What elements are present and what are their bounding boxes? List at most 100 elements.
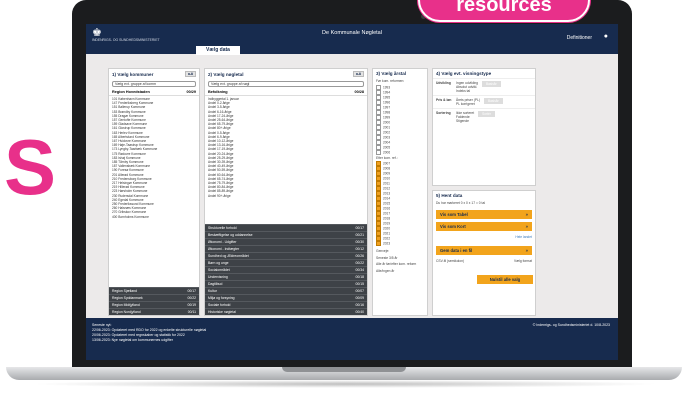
keyfigure-group-row[interactable]: Beskæftigelse og uddannelse 00/21: [205, 231, 367, 238]
old-year-list: 1993 1994 1995 1996 1997 1998 1999 2000 2001 2002…: [373, 85, 427, 155]
region-row-name: Region Syddanmark: [112, 296, 143, 300]
display-option-choices: Årets priser (PL) PL korrigeret: [456, 98, 480, 106]
display-option-button[interactable]: Sortér: [478, 111, 495, 117]
region-row-count: 00/17: [187, 289, 197, 293]
display-option-label: Udvikling: [436, 81, 451, 85]
radio-option[interactable]: Indeks tal: [456, 89, 478, 93]
keyfigure-panel-title: 2) Vælg nøgletal: [208, 71, 244, 77]
keyfigure-group-name: Socialområdet: [208, 268, 230, 272]
region-row[interactable]: Region Nordjylland 00/11: [109, 308, 199, 315]
download-panel: 5) Hent data Du har markeret 0 x 0 x 17 …: [432, 190, 536, 316]
region-header[interactable]: Region Hovedstaden 00/29: [109, 89, 199, 96]
municipality-item[interactable]: 400 Bornholms Kommune: [112, 215, 196, 219]
keyfigure-group-count: 00/22: [355, 261, 365, 265]
keyfigure-group-name: Børn og unge: [208, 261, 229, 265]
keyfigure-group-row[interactable]: Økonomi - Indtægter 00/12: [205, 245, 367, 252]
keyfigure-group-row[interactable]: Historiske nøgletal 00/40: [205, 308, 367, 315]
keyfigure-group-name: Kultur: [208, 289, 217, 293]
radio-option[interactable]: PL korrigeret: [456, 102, 480, 106]
keyfigure-group-count: 00/26: [355, 254, 365, 258]
site-title: De Kommunale Nøgletal: [322, 30, 382, 36]
display-option-button[interactable]: Basisår: [484, 98, 503, 104]
region-row[interactable]: Region Midtjylland 00/19: [109, 301, 199, 308]
reset-button[interactable]: Nulstil alle valg: [477, 274, 533, 284]
keyfigure-group-row[interactable]: Undervisning 00/18: [205, 273, 367, 280]
file-format-select[interactable]: CSV-fil (semikolon): [436, 259, 464, 264]
keyfigure-group-name: Undervisning: [208, 275, 228, 279]
municipality-group-select[interactable]: Vælg evt. gruppe af komm: [112, 81, 196, 87]
year-shortcut[interactable]: Alle/ingen år: [373, 268, 427, 275]
keyfigure-group-name: Dagtilbud: [208, 282, 223, 286]
resources-ribbon[interactable]: resources: [418, 0, 590, 22]
show-map-label: Vis som Kort: [440, 223, 466, 229]
keyfigure-group-row[interactable]: Miljø og forsyning 00/09: [205, 294, 367, 301]
display-option-choices: Ikke sorteret Faldende Stigende: [456, 111, 474, 123]
category-count: 00/28: [354, 90, 364, 94]
help-link[interactable]: Hele landet: [433, 234, 535, 241]
keyfigure-group-row[interactable]: Børn og unge 00/22: [205, 259, 367, 266]
region-row-name: Region Sjælland: [112, 289, 137, 293]
keyfigure-panel: 2) Vælg nøgletal a-å Vælg evt. gruppe af …: [204, 68, 368, 316]
format-help[interactable]: Vælg format: [514, 259, 532, 264]
display-option-button[interactable]: Basisår: [482, 81, 501, 87]
keyfigure-group-row[interactable]: Sociale forhold 00/16: [205, 301, 367, 308]
year-shortcuts: Genveje: Seneste 3/5 år Alle år før/efter …: [373, 248, 427, 274]
sort-az-button[interactable]: a-å: [184, 71, 196, 77]
keyfigure-group-count: 00/15: [355, 282, 365, 286]
laptop-screen: ♚ INDENRIGS- OG SUNDHEDSMINISTERIET De K…: [86, 24, 618, 360]
display-option-label: Pris & løn: [436, 98, 452, 102]
keyfigure-group-count: 00/16: [355, 303, 365, 307]
chevron-right-icon: »: [525, 223, 528, 229]
show-map-button[interactable]: Vis som Kort »: [436, 221, 532, 231]
sort-az-button-2[interactable]: a-å: [352, 71, 364, 77]
copyright: © Indenrigs- og Sundhedsministeriet d. 1…: [532, 323, 610, 327]
keyfigure-category-header[interactable]: Befolkning 00/28: [205, 89, 367, 96]
keyfigure-group-row[interactable]: Socialområdet 00/34: [205, 266, 367, 273]
save-file-button[interactable]: Gem data i en fil »: [436, 246, 532, 255]
keyfigure-group-list: Strukturelle forhold 00/17 Beskæftigelse o…: [205, 224, 367, 315]
display-option-choices: Ingen udvikling Absolut udvikl. Indeks tal: [456, 81, 478, 93]
site-footer: Seneste nyt: 22/06-2023: Opdateret med R…: [86, 318, 618, 360]
chevron-right-icon: »: [525, 211, 528, 217]
site-header: ♚ INDENRIGS- OG SUNDHEDSMINISTERIET De K…: [86, 24, 618, 54]
show-table-button[interactable]: Vis som Tabel »: [436, 209, 532, 219]
keyfigure-group-name: Sociale forhold: [208, 303, 231, 307]
display-type-panel: 4) Vælg evt. visningstype Udvikling Ingen…: [432, 68, 536, 186]
keyfigure-group-row[interactable]: Dagtilbud 00/15: [205, 280, 367, 287]
laptop-shadow: [30, 380, 660, 388]
news-item[interactable]: 13/06-2023: Nye nøgletal om kommunernes …: [92, 338, 206, 343]
keyfigure-group-row[interactable]: Sundhed og Ældreområdet 00/26: [205, 252, 367, 259]
category-name: Befolkning: [208, 90, 228, 94]
keyfigure-group-name: Miljø og forsyning: [208, 296, 235, 300]
show-table-label: Vis som Tabel: [440, 211, 468, 217]
keyfigure-group-row[interactable]: Kultur 00/07: [205, 287, 367, 294]
user-icon[interactable]: ●: [604, 33, 608, 40]
region-row[interactable]: Region Syddanmark 00/22: [109, 294, 199, 301]
keyfigure-group-row[interactable]: Strukturelle forhold 00/17: [205, 224, 367, 231]
keyfigure-group-count: 00/17: [355, 226, 365, 230]
keyfigure-group-count: 00/21: [355, 233, 365, 237]
keyfigure-group-name: Historiske nøgletal: [208, 310, 236, 314]
region-row[interactable]: Region Sjælland 00/17: [109, 287, 199, 294]
keyfigure-group-name: Sundhed og Ældreområdet: [208, 254, 249, 258]
keyfigure-group-count: 00/30: [355, 240, 365, 244]
keyfigure-item[interactable]: Andel 90+-årige: [208, 194, 364, 198]
municipality-panel-title: 1) Vælg kommuner: [112, 71, 154, 77]
new-year-list: 2007 2008 2009 2010 2011 2012 2013 2014 2015 2016…: [373, 161, 427, 246]
keyfigure-group-select[interactable]: Vælg evt. gruppe af nøgl: [208, 81, 364, 87]
tab-select-data[interactable]: Vælg data: [196, 46, 240, 55]
keyfigure-list: Indbyggertal 1. januar Andel 0-2-årige And…: [205, 96, 367, 199]
definitions-link[interactable]: Definitioner: [567, 35, 592, 41]
region-row-name: Region Midtjylland: [112, 303, 140, 307]
region-row-count: 00/19: [187, 303, 197, 307]
region-name: Region Hovedstaden: [112, 90, 150, 94]
keyfigure-group-row[interactable]: Økonomi - Udgifter 00/30: [205, 238, 367, 245]
municipality-list: 101 København Kommune 147 Frederiksberg K…: [109, 96, 199, 220]
keyfigure-group-name: Strukturelle forhold: [208, 226, 237, 230]
year-panel-title: 3) Vælg årstal: [376, 71, 407, 76]
chevron-right-icon: »: [525, 248, 528, 253]
ministry-logo-text: INDENRIGS- OG SUNDHEDSMINISTERIET: [92, 38, 160, 42]
radio-option[interactable]: Stigende: [456, 119, 474, 123]
year-checkbox[interactable]: 2023: [373, 241, 427, 246]
keyfigure-group-count: 00/34: [355, 268, 365, 272]
